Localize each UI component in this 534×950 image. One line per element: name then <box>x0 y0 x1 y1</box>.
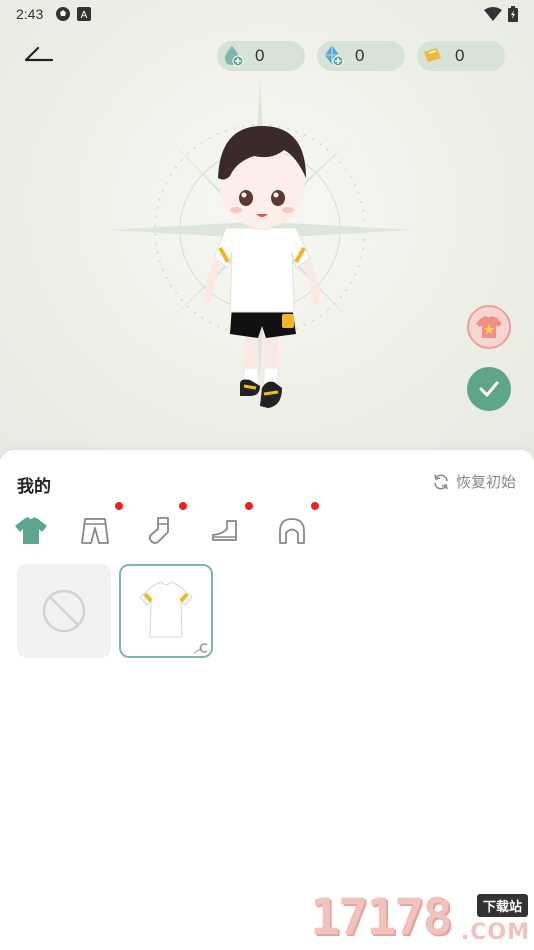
ticket-icon <box>421 44 445 68</box>
svg-text:A: A <box>81 10 88 21</box>
a-icon: A <box>77 7 92 21</box>
soccer-icon <box>56 7 71 21</box>
tab-shoes[interactable] <box>208 513 246 549</box>
wifi-icon <box>484 7 502 21</box>
shoe-icon <box>212 520 237 541</box>
watermark-badge: 下载站 <box>476 894 528 917</box>
item-white-tshirt[interactable] <box>119 564 213 658</box>
panel-title: 我的 <box>17 477 51 496</box>
watermark-number: 17178 <box>310 888 453 946</box>
tab-hair-notification-dot <box>311 502 319 510</box>
tab-shoes-notification-dot <box>245 502 253 510</box>
pants-icon <box>81 518 109 544</box>
tab-top[interactable] <box>12 513 50 549</box>
battery-icon <box>508 6 518 22</box>
status-bar: 2:43 A <box>0 0 534 28</box>
checkmark-icon <box>479 381 499 397</box>
tab-socks[interactable] <box>142 513 180 549</box>
water-drop-icon <box>221 44 245 68</box>
currency-diamond-value: 0 <box>355 46 365 65</box>
currency-ticket[interactable]: 0 <box>417 41 505 71</box>
sock-icon <box>148 517 169 544</box>
no-entry-icon <box>42 589 86 633</box>
currency-ticket-value: 0 <box>455 46 465 65</box>
currency-water-value: 0 <box>255 46 265 65</box>
tab-socks-notification-dot <box>179 502 187 510</box>
confirm-button[interactable] <box>467 367 511 411</box>
avatar-character <box>204 126 320 408</box>
wardrobe-panel: 我的 恢复初始 <box>0 450 534 950</box>
refresh-icon <box>434 474 448 489</box>
tshirt-thumbnail <box>139 581 193 638</box>
star-shirt-icon <box>476 316 502 338</box>
watermark-logo: 17178 下载站 .COM <box>310 886 534 950</box>
reset-button[interactable]: 恢复初始 <box>432 471 516 492</box>
tab-bottom[interactable] <box>76 513 114 549</box>
back-arrow-icon <box>24 46 54 62</box>
tab-hair[interactable] <box>273 513 311 549</box>
back-button[interactable] <box>22 40 56 66</box>
hair-icon <box>279 518 305 544</box>
currency-diamond[interactable]: 0 <box>317 41 405 71</box>
corner-badge-icon <box>193 643 208 654</box>
diamond-icon <box>321 44 345 68</box>
item-none-option[interactable] <box>17 564 111 658</box>
status-time: 2:43 <box>16 6 44 22</box>
tab-bottom-notification-dot <box>115 502 123 510</box>
currency-water[interactable]: 0 <box>217 41 305 71</box>
tshirt-icon <box>15 517 47 544</box>
outfit-gift-button[interactable] <box>467 305 511 349</box>
watermark-domain: .COM <box>460 920 530 945</box>
reset-label: 恢复初始 <box>455 474 516 491</box>
